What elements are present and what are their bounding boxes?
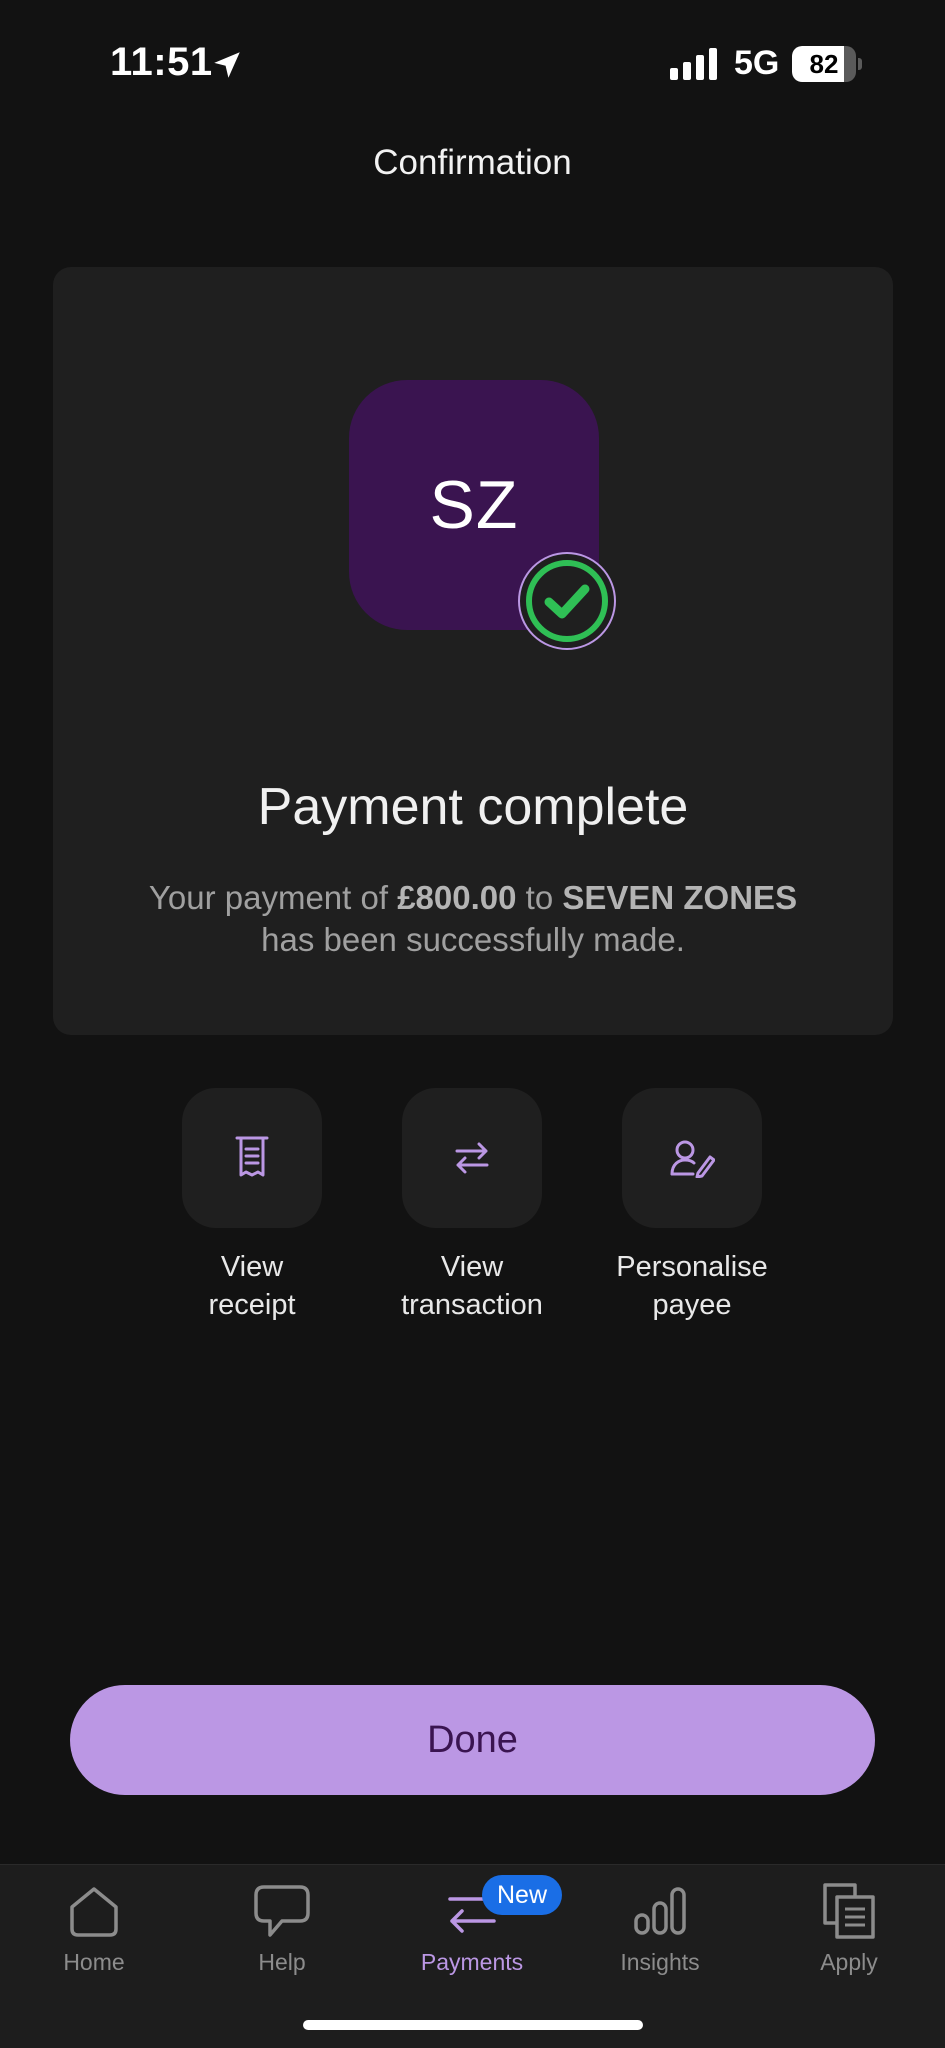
- tab-home-label: Home: [63, 1949, 125, 1975]
- battery-percent: 82: [809, 49, 839, 79]
- post-payment-actions: View receipt View transaction Personalis…: [0, 1088, 945, 1328]
- personalise-payee-button[interactable]: [622, 1088, 762, 1228]
- tab-apply-label: Apply: [820, 1949, 878, 1975]
- confirmation-card: SZ Payment complete Your payment of £800…: [53, 267, 893, 1035]
- tab-insights-label: Insights: [620, 1949, 700, 1975]
- payee-name: SEVEN ZONES: [562, 879, 798, 916]
- transfer-arrows-icon: [455, 1142, 489, 1174]
- status-bar: 11:51 5G 82: [0, 0, 945, 130]
- user-edit-icon: [670, 1140, 715, 1178]
- done-button[interactable]: Done: [70, 1685, 875, 1795]
- message-to: to: [525, 879, 554, 916]
- payment-complete-heading: Payment complete: [257, 778, 689, 836]
- status-time: 11:51: [110, 40, 213, 84]
- view-receipt-label: View receipt: [208, 1251, 296, 1321]
- documents-icon: [823, 1883, 875, 1939]
- home-indicator: [303, 2020, 643, 2030]
- chat-bubble-icon: [254, 1885, 310, 1937]
- receipt-icon: [235, 1136, 269, 1177]
- personalise-payee-action[interactable]: Personalise payee: [592, 1088, 792, 1324]
- cellular-signal-icon: [670, 48, 717, 80]
- location-arrow-icon: [214, 52, 240, 78]
- success-check-icon: [518, 552, 616, 650]
- battery-icon: 82: [792, 46, 862, 82]
- view-transaction-action[interactable]: View transaction: [372, 1088, 572, 1324]
- tab-home[interactable]: Home: [19, 1879, 169, 1976]
- page-title: Confirmation: [373, 143, 572, 182]
- view-receipt-button[interactable]: [182, 1088, 322, 1228]
- bar-chart-icon: [634, 1887, 686, 1935]
- payment-amount: £800.00: [397, 879, 517, 916]
- personalise-payee-label: Personalise payee: [616, 1251, 768, 1321]
- home-icon: [70, 1887, 118, 1937]
- tab-help-label: Help: [258, 1949, 306, 1975]
- message-prefix: Your payment of: [148, 879, 389, 916]
- message-suffix: has been successfully made.: [261, 921, 685, 958]
- tab-help[interactable]: Help: [207, 1879, 357, 1976]
- confirmation-message: Your payment of £800.00 to SEVEN ZONES h…: [113, 877, 833, 961]
- view-transaction-label: View transaction: [401, 1251, 543, 1321]
- network-type: 5G: [734, 44, 780, 82]
- view-transaction-button[interactable]: [402, 1088, 542, 1228]
- tab-insights[interactable]: Insights: [585, 1879, 735, 1976]
- tab-apply[interactable]: Apply: [774, 1879, 924, 1976]
- tab-payments-label: Payments: [420, 1949, 524, 1975]
- new-badge: New: [482, 1875, 562, 1915]
- view-receipt-action[interactable]: View receipt: [152, 1088, 352, 1324]
